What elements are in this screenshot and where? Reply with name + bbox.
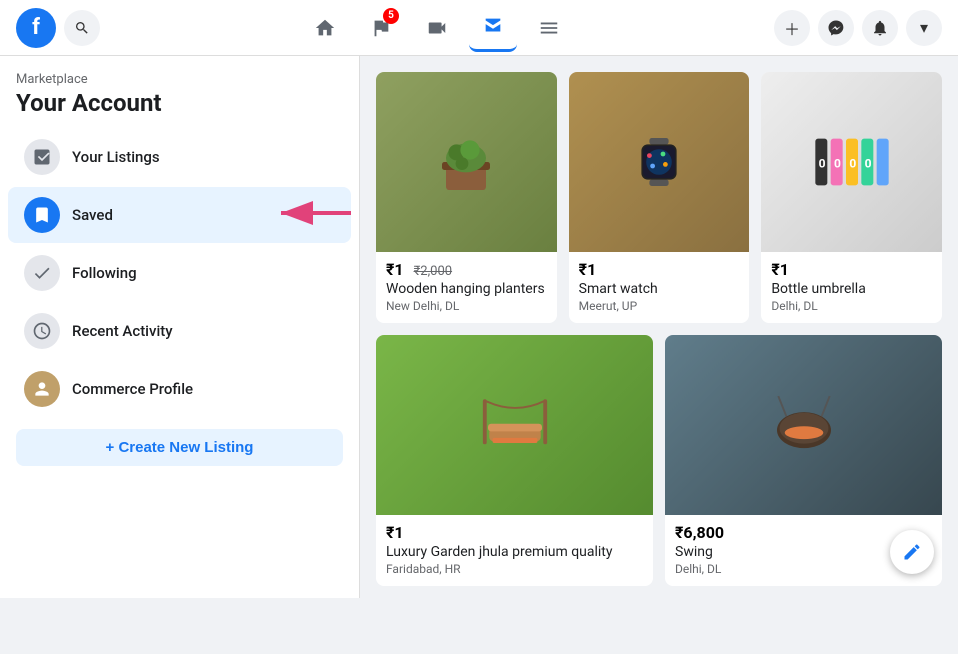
product-card-4[interactable]: ₹1 Luxury Garden jhula premium quality F…	[376, 335, 653, 586]
product-name-2: Smart watch	[579, 281, 740, 297]
top-navigation: f 5 ＋ ▾	[0, 0, 958, 56]
product-card-2[interactable]: ₹1 Smart watch Meerut, UP	[569, 72, 750, 323]
following-icon	[24, 255, 60, 291]
edit-float-button[interactable]	[890, 530, 934, 574]
svg-text:0: 0	[818, 156, 825, 170]
sidebar-item-commerce-profile[interactable]: Commerce Profile	[8, 361, 351, 417]
products-row-1: ₹1 ₹2,000 Wooden hanging planters New De…	[376, 72, 942, 323]
create-new-listing-button[interactable]: + Create New Listing	[16, 429, 343, 466]
product-image-3: 0 0 0 0	[761, 72, 942, 252]
product-location-3: Delhi, DL	[771, 299, 932, 313]
add-button[interactable]: ＋	[774, 10, 810, 46]
product-image-4	[376, 335, 653, 515]
messenger-icon	[827, 19, 845, 37]
sidebar-item-following[interactable]: Following	[8, 245, 351, 301]
product-price-4: ₹1	[386, 523, 643, 542]
sidebar: Marketplace Your Account Your Listings S…	[0, 56, 360, 598]
your-listings-icon	[24, 139, 60, 175]
commerce-profile-icon	[24, 371, 60, 407]
home-nav-button[interactable]	[301, 4, 349, 52]
chevron-button[interactable]: ▾	[906, 10, 942, 46]
arrow-annotation	[271, 195, 360, 235]
store-icon	[482, 15, 504, 37]
recent-activity-icon	[24, 313, 60, 349]
product-name-1: Wooden hanging planters	[386, 281, 547, 297]
nav-center: 5	[100, 4, 774, 52]
menu-nav-button[interactable]	[525, 4, 573, 52]
search-icon	[74, 20, 90, 36]
product-price-2: ₹1	[579, 260, 740, 279]
messenger-button[interactable]	[818, 10, 854, 46]
product-image-5	[665, 335, 942, 515]
product-location-2: Meerut, UP	[579, 299, 740, 313]
product-name-3: Bottle umbrella	[771, 281, 932, 297]
product-info-2: ₹1 Smart watch Meerut, UP	[569, 252, 750, 323]
bell-button[interactable]	[862, 10, 898, 46]
flag-nav-button[interactable]: 5	[357, 4, 405, 52]
swing-illustration	[759, 385, 849, 465]
home-icon	[314, 17, 336, 39]
menu-icon	[538, 17, 560, 39]
saved-label: Saved	[72, 206, 113, 224]
recent-activity-label: Recent Activity	[72, 322, 173, 340]
breadcrumb: Marketplace	[0, 72, 359, 87]
pink-arrow-icon	[271, 195, 360, 231]
notification-badge: 5	[383, 8, 399, 24]
sidebar-item-your-listings[interactable]: Your Listings	[8, 129, 351, 185]
nav-right-buttons: ＋ ▾	[774, 10, 942, 46]
original-price-1: ₹2,000	[414, 264, 453, 279]
product-card-3[interactable]: 0 0 0 0 ₹1 Bottle umbrella Delhi, DL	[761, 72, 942, 323]
main-layout: Marketplace Your Account Your Listings S…	[0, 56, 958, 598]
bell-icon	[871, 19, 889, 37]
product-price-1: ₹1 ₹2,000	[386, 260, 547, 279]
commerce-profile-label: Commerce Profile	[72, 380, 193, 398]
umbrella-illustration: 0 0 0 0	[812, 122, 892, 202]
your-listings-label: Your Listings	[72, 148, 160, 166]
planter-illustration	[426, 122, 506, 202]
products-row-2: ₹1 Luxury Garden jhula premium quality F…	[376, 335, 942, 586]
product-info-1: ₹1 ₹2,000 Wooden hanging planters New De…	[376, 252, 557, 323]
product-info-4: ₹1 Luxury Garden jhula premium quality F…	[376, 515, 653, 586]
saved-icon	[24, 197, 60, 233]
product-image-2	[569, 72, 750, 252]
product-image-1	[376, 72, 557, 252]
video-nav-button[interactable]	[413, 4, 461, 52]
product-price-3: ₹1	[771, 260, 932, 279]
product-info-3: ₹1 Bottle umbrella Delhi, DL	[761, 252, 942, 323]
sidebar-item-recent-activity[interactable]: Recent Activity	[8, 303, 351, 359]
facebook-logo[interactable]: f	[16, 8, 56, 48]
page-title: Your Account	[0, 89, 359, 117]
watch-illustration	[619, 122, 699, 202]
product-card-1[interactable]: ₹1 ₹2,000 Wooden hanging planters New De…	[376, 72, 557, 323]
product-name-4: Luxury Garden jhula premium quality	[386, 544, 643, 560]
video-icon	[426, 17, 448, 39]
main-content: ₹1 ₹2,000 Wooden hanging planters New De…	[360, 56, 958, 598]
search-button[interactable]	[64, 10, 100, 46]
product-location-4: Faridabad, HR	[386, 562, 643, 576]
marketplace-nav-button[interactable]	[469, 4, 517, 52]
jhula-illustration	[470, 385, 560, 465]
svg-text:0: 0	[864, 156, 871, 170]
following-label: Following	[72, 264, 137, 282]
product-location-1: New Delhi, DL	[386, 299, 547, 313]
svg-text:0: 0	[834, 156, 841, 170]
edit-icon	[902, 542, 922, 562]
sidebar-item-saved[interactable]: Saved	[8, 187, 351, 243]
svg-text:0: 0	[849, 156, 856, 170]
